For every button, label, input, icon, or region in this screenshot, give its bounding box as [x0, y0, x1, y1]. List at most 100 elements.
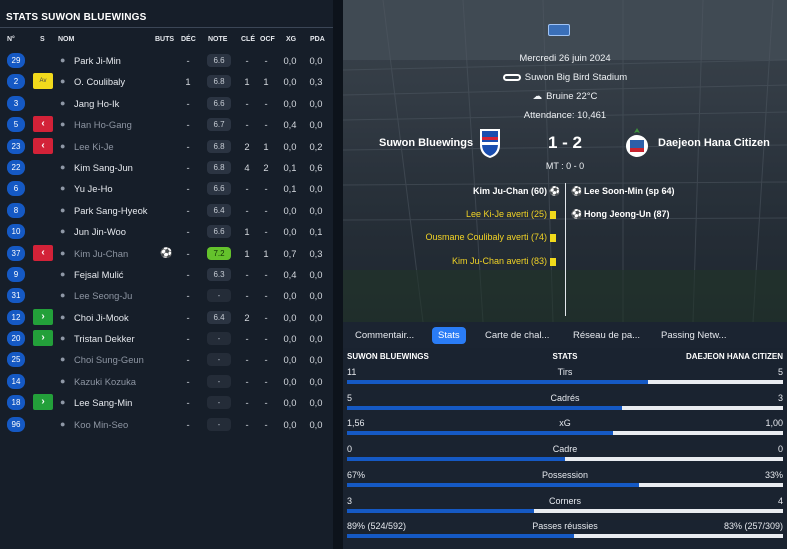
cell-ocf: -	[264, 290, 268, 302]
player-row[interactable]: 29 ● Park Ji-Min - 6.6 - - 0,0 0,0	[0, 50, 333, 71]
shirt-number: 22	[7, 159, 25, 175]
cell-ocf: 1	[263, 76, 269, 88]
person-icon: ●	[60, 183, 66, 194]
cell-xg: 0,0	[283, 290, 297, 302]
tab-carte-de-chal[interactable]: Carte de chal...	[479, 327, 555, 344]
col-ocf[interactable]: OCF	[260, 36, 275, 43]
tab-passing-netw[interactable]: Passing Netw...	[655, 327, 732, 344]
match-stadium: Suwon Big Bird Stadium	[343, 72, 787, 83]
cell-dec: -	[186, 268, 190, 280]
player-name[interactable]: Lee Seong-Ju	[74, 290, 132, 301]
player-name[interactable]: Jang Ho-Ik	[74, 98, 119, 109]
cell-key: 1	[244, 76, 250, 88]
substituted-off-icon: ‹	[33, 244, 53, 261]
player-row[interactable]: 9 ● Fejsal Mulić - 6.3 - - 0,4 0,0	[0, 264, 333, 285]
col-xg[interactable]: XG	[286, 36, 296, 43]
stat-bar	[347, 508, 783, 513]
cell-dec: -	[186, 397, 190, 409]
player-name[interactable]: Koo Min-Seo	[74, 419, 128, 430]
tab-stats[interactable]: Stats	[432, 327, 466, 344]
match-panel: Mercredi 26 juin 2024 Suwon Big Bird Sta…	[343, 0, 787, 549]
match-attendance: Attendance: 10,461	[523, 110, 607, 121]
player-row[interactable]: 6 ● Yu Je-Ho - 6.6 - - 0,1 0,0	[0, 178, 333, 199]
events-divider	[565, 183, 566, 316]
col-dec[interactable]: DÉC	[181, 36, 196, 43]
player-row[interactable]: 31 ● Lee Seong-Ju - - - - 0,0 0,0	[0, 285, 333, 306]
player-row[interactable]: 25 ● Choi Sung-Geun - - - - 0,0 0,0	[0, 349, 333, 370]
player-name[interactable]: Yu Je-Ho	[74, 183, 113, 194]
stat-row: 5 Cadrés 3	[343, 393, 787, 419]
player-name[interactable]: Lee Ki-Je	[74, 141, 114, 152]
cell-dec: -	[186, 418, 190, 430]
stat-bar-home-fill	[347, 431, 613, 436]
col-status[interactable]: S	[40, 36, 45, 43]
team-stats-panel: SUWON BLUEWINGS STATS DAEJEON HANA CITIZ…	[343, 348, 787, 549]
tab-commentair[interactable]: Commentair...	[349, 327, 420, 344]
player-name[interactable]: Choi Ji-Mook	[74, 312, 129, 323]
player-row[interactable]: 8 ● Park Sang-Hyeok - 6.4 - - 0,0 0,0	[0, 200, 333, 221]
tab-réseau-de-pa[interactable]: Réseau de pa...	[567, 327, 646, 344]
substituted-off-icon: ‹	[33, 116, 53, 133]
cell-dec: -	[186, 140, 190, 152]
cell-ocf: 1	[263, 247, 269, 259]
col-key[interactable]: CLÉ	[241, 36, 255, 43]
yellow-card-icon	[550, 234, 556, 242]
col-name[interactable]: NOM	[58, 36, 74, 43]
player-name[interactable]: Choi Sung-Geun	[74, 354, 144, 365]
player-row[interactable]: 20 › ● Tristan Dekker - - - - 0,0 0,0	[0, 328, 333, 349]
cell-dec: 1	[185, 76, 191, 88]
player-row[interactable]: 96 ● Koo Min-Seo - - - - 0,0 0,0	[0, 414, 333, 435]
player-row[interactable]: 2 Av ● O. Coulibaly 1 6.8 1 1 0,0 0,3	[0, 71, 333, 92]
person-icon: ●	[60, 226, 66, 237]
cell-key: 2	[244, 311, 250, 323]
stat-away-value: 33%	[764, 469, 783, 480]
player-name[interactable]: Han Ho-Gang	[74, 119, 132, 130]
col-no[interactable]: N°	[7, 36, 15, 43]
player-name[interactable]: O. Coulibaly	[74, 76, 125, 87]
cell-note: 6.4	[207, 203, 231, 217]
cell-key: -	[245, 333, 249, 345]
player-row[interactable]: 12 › ● Choi Ji-Mook - 6.4 2 - 0,0 0,0	[0, 307, 333, 328]
stat-away-value: 3	[777, 392, 783, 403]
col-note[interactable]: NOTE	[208, 36, 227, 43]
stat-name: Cadrés	[550, 392, 580, 403]
away-crest-icon[interactable]	[625, 127, 649, 159]
player-row[interactable]: 18 › ● Lee Sang-Min - - - - 0,0 0,0	[0, 392, 333, 413]
player-name[interactable]: Kim Ju-Chan	[74, 248, 128, 259]
player-row[interactable]: 5 ‹ ● Han Ho-Gang - 6.7 - - 0,4 0,0	[0, 114, 333, 135]
cell-note: -	[207, 374, 231, 388]
cell-key: -	[245, 183, 249, 195]
cell-note: 6.8	[207, 75, 231, 89]
player-name[interactable]: Park Sang-Hyeok	[74, 205, 147, 216]
player-name[interactable]: Kim Sang-Jun	[74, 162, 133, 173]
col-goals[interactable]: BUTS	[155, 36, 174, 43]
player-row[interactable]: 14 ● Kazuki Kozuka - - - - 0,0 0,0	[0, 371, 333, 392]
shirt-number: 29	[7, 53, 25, 68]
cell-pda: 0,0	[309, 55, 323, 66]
player-name[interactable]: Lee Sang-Min	[74, 397, 132, 408]
cell-key: -	[245, 55, 249, 66]
player-row[interactable]: 23 ‹ ● Lee Ki-Je - 6.8 2 1 0,0 0,2	[0, 136, 333, 157]
player-name[interactable]: Fejsal Mulić	[74, 269, 124, 280]
player-name[interactable]: Park Ji-Min	[74, 55, 121, 66]
player-row[interactable]: 10 ● Jun Jin-Woo - 6.6 1 - 0,0 0,1	[0, 221, 333, 242]
substituted-on-icon: ›	[33, 308, 53, 325]
person-icon: ●	[60, 290, 66, 301]
player-name[interactable]: Kazuki Kozuka	[74, 376, 136, 387]
player-row[interactable]: 22 ● Kim Sang-Jun - 6.8 4 2 0,1 0,6	[0, 157, 333, 178]
away-team-name[interactable]: Daejeon Hana Citizen	[658, 137, 770, 149]
player-row[interactable]: 3 ● Jang Ho-Ik - 6.6 - - 0,0 0,0	[0, 93, 333, 114]
cell-key: 1	[244, 247, 250, 259]
cell-xg: 0,0	[283, 226, 297, 238]
cell-ocf: -	[264, 97, 268, 109]
cell-note: 6.6	[207, 225, 231, 239]
player-name[interactable]: Jun Jin-Woo	[74, 226, 126, 237]
cell-dec: -	[186, 333, 190, 345]
cell-note: 6.8	[207, 160, 231, 174]
player-row[interactable]: 37 ‹ ● Kim Ju-Chan ⚽ - 7.2 1 1 0,7 0,3	[0, 243, 333, 264]
player-name[interactable]: Tristan Dekker	[74, 333, 135, 344]
cell-pda: 0,0	[309, 375, 323, 387]
cell-ocf: -	[264, 183, 268, 195]
col-pda[interactable]: PDA	[310, 36, 325, 43]
cell-key: -	[245, 375, 249, 387]
